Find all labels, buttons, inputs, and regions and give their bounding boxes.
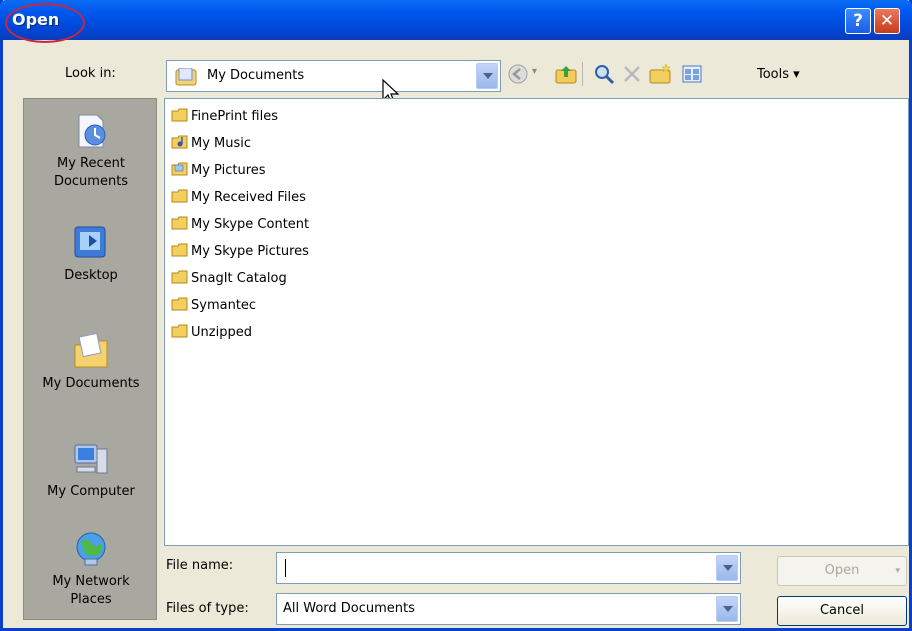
list-item[interactable]: FinePrint files — [171, 107, 278, 129]
look-in-dropdown-arrow[interactable] — [476, 63, 498, 89]
my-documents-icon — [71, 331, 111, 371]
open-dialog: Open ? ✕ Look in: My Documents ▾ Tools ▾… — [0, 0, 912, 631]
views-icon[interactable] — [680, 62, 704, 86]
close-button[interactable]: ✕ — [874, 8, 900, 34]
pictures-folder-icon — [171, 162, 189, 176]
list-item[interactable]: Unzipped — [171, 323, 252, 345]
places-bar: My Recent Documents Desktop My Documents — [23, 98, 157, 620]
folder-icon — [171, 216, 189, 230]
help-button[interactable]: ? — [845, 8, 871, 34]
place-my-recent-documents[interactable]: My Recent Documents — [24, 111, 158, 191]
file-type-label: Files of type: — [166, 601, 249, 616]
folder-icon — [171, 324, 189, 338]
place-my-documents[interactable]: My Documents — [24, 331, 158, 393]
folder-icon — [171, 108, 189, 122]
tools-menu[interactable]: Tools ▾ — [757, 67, 800, 82]
file-type-dropdown-arrow[interactable] — [716, 596, 738, 622]
open-dropdown-icon[interactable]: ▾ — [895, 557, 900, 585]
folder-icon — [171, 297, 189, 311]
list-item[interactable]: SnagIt Catalog — [171, 269, 287, 291]
cancel-button[interactable]: Cancel — [777, 596, 907, 626]
toolbar-separator — [582, 62, 583, 86]
look-in-value: My Documents — [207, 68, 305, 83]
file-name-dropdown-arrow[interactable] — [716, 555, 738, 581]
my-computer-icon — [71, 439, 111, 479]
delete-icon[interactable] — [620, 62, 644, 86]
list-item[interactable]: My Skype Content — [171, 215, 309, 237]
folder-icon — [171, 189, 189, 203]
list-item[interactable]: My Skype Pictures — [171, 242, 309, 264]
look-in-combobox[interactable]: My Documents — [166, 60, 501, 92]
place-my-network-places[interactable]: My Network Places — [24, 529, 158, 609]
window-title: Open — [12, 10, 60, 29]
file-list[interactable]: FinePrint files My Music My Pictures My … — [164, 98, 909, 546]
folder-icon — [171, 243, 189, 257]
place-label: My Recent Documents — [53, 156, 129, 189]
recent-documents-icon — [71, 111, 111, 151]
folder-icon — [171, 270, 189, 284]
network-places-icon — [71, 529, 111, 569]
look-in-label: Look in: — [65, 66, 116, 81]
new-folder-icon[interactable] — [648, 62, 672, 86]
title-bar[interactable]: Open ? ✕ — [0, 0, 912, 43]
music-folder-icon — [171, 135, 189, 149]
place-label: My Documents — [42, 376, 140, 391]
file-type-select[interactable]: All Word Documents — [276, 593, 741, 625]
my-documents-small-icon — [175, 67, 199, 90]
file-name-input[interactable] — [276, 552, 741, 584]
place-label: My Computer — [47, 484, 135, 499]
list-item[interactable]: My Pictures — [171, 161, 266, 183]
up-folder-icon[interactable] — [554, 62, 578, 86]
open-button[interactable]: Open ▾ — [777, 556, 907, 586]
desktop-icon — [71, 223, 111, 263]
place-my-computer[interactable]: My Computer — [24, 439, 158, 501]
list-item[interactable]: Symantec — [171, 296, 256, 318]
list-item[interactable]: My Music — [171, 134, 251, 156]
place-label: My Network Places — [52, 574, 130, 607]
place-label: Desktop — [64, 268, 118, 283]
back-icon[interactable] — [506, 62, 530, 86]
back-dropdown-icon[interactable]: ▾ — [532, 66, 537, 77]
place-desktop[interactable]: Desktop — [24, 223, 158, 285]
file-name-label: File name: — [166, 558, 234, 573]
search-web-icon[interactable] — [592, 62, 616, 86]
list-item[interactable]: My Received Files — [171, 188, 306, 210]
text-caret — [285, 559, 286, 577]
